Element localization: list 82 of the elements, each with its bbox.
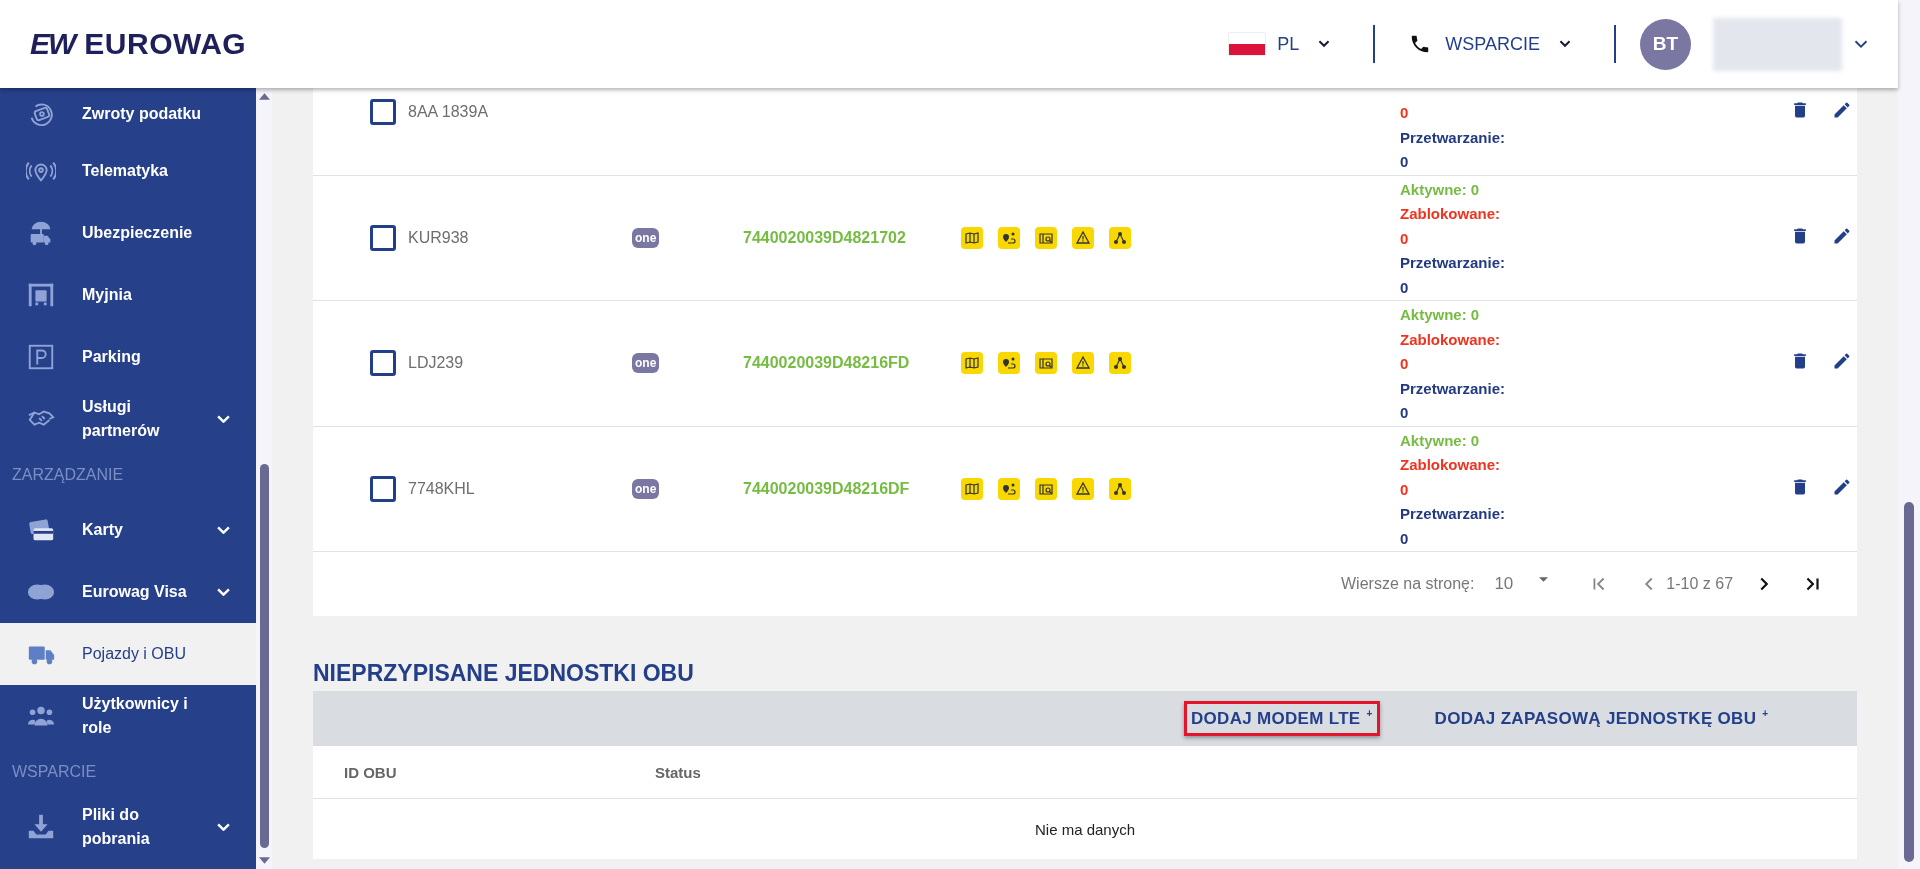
network-icon[interactable] [1109, 352, 1131, 375]
route-pin-icon[interactable] [998, 477, 1020, 500]
status-line: 0 [1400, 528, 1410, 549]
row-checkbox[interactable] [370, 99, 396, 126]
sidebar-scrollbar[interactable] [256, 88, 272, 869]
status-line: 0 [1400, 228, 1410, 249]
sidebar-item[interactable]: Ubezpieczenie [0, 202, 256, 264]
row-checkbox[interactable] [370, 350, 396, 377]
scrollbar-thumb[interactable] [259, 464, 269, 848]
status-line: Aktywne: 0 [1400, 430, 1481, 451]
plate-number: LDJ239 [408, 354, 464, 372]
map-icon[interactable] [961, 226, 983, 249]
network-icon[interactable] [1109, 477, 1131, 500]
status-line: Przetwarzanie: [1400, 378, 1507, 399]
sidebar-item[interactable]: Zwroty podatku [0, 88, 256, 140]
scrollbar-thumb[interactable] [1904, 502, 1914, 862]
status-line: Zablokowane: [1400, 204, 1501, 224]
status-line: Aktywne: 0 [1400, 305, 1481, 325]
status-line: 0 [1400, 479, 1410, 500]
one-badge: one [632, 227, 660, 248]
warning-icon[interactable] [1072, 352, 1094, 375]
status-line: 0 [1400, 103, 1410, 123]
one-badge: one [632, 353, 660, 374]
map-search-icon[interactable] [1035, 352, 1057, 375]
sidebar-item[interactable]: Telematyka [0, 140, 256, 202]
sidebar-item[interactable]: Karty [0, 499, 256, 561]
network-icon[interactable] [1109, 226, 1131, 249]
caret-down-icon [1539, 577, 1549, 583]
route-pin-icon[interactable] [998, 226, 1020, 249]
sidebar-section-label: WSPARCIE [11, 761, 98, 782]
edit-icon[interactable] [1832, 351, 1852, 372]
status-line: Przetwarzanie: [1400, 127, 1507, 148]
scroll-up-arrow-icon[interactable] [258, 92, 270, 101]
one-badge: one [632, 478, 660, 499]
plate-number: KUR938 [408, 228, 469, 246]
sidebar-item[interactable]: Myjnia [0, 264, 256, 326]
status-line: Przetwarzanie: [1400, 504, 1507, 524]
add-button[interactable]: DODAJ ZAPASOWĄ JEDNOSTKĘ OBU $^{+}$ [1427, 701, 1776, 736]
row-checkbox[interactable] [370, 475, 396, 502]
sidebar-item[interactable]: Parking [0, 326, 256, 388]
rows-per-page-select[interactable]: 10 [1494, 574, 1549, 594]
warning-icon[interactable] [1072, 477, 1094, 500]
add-button[interactable]: DODAJ MODEM LTE $^{+}$ [1184, 701, 1380, 736]
page-scrollbar[interactable] [1898, 0, 1920, 869]
logo-text: EUROWAG [84, 27, 247, 61]
plate-number: 7748KHL [408, 479, 475, 497]
status-line: Zablokowane: [1400, 455, 1501, 475]
status-line: Przetwarzanie: [1400, 253, 1507, 273]
sidebar-item[interactable]: Usługi partnerów [0, 388, 256, 450]
edit-icon[interactable] [1832, 476, 1852, 497]
sidebar-item[interactable]: Pliki do pobrania [0, 796, 256, 858]
support-menu[interactable]: WSPARCIE [1409, 33, 1576, 55]
status-line: Aktywne: 0 [1400, 179, 1481, 200]
map-icon[interactable] [961, 477, 983, 500]
status-line: 0 [1400, 277, 1410, 298]
route-pin-icon[interactable] [998, 352, 1020, 375]
page-range: 1-10 z 67 [1666, 575, 1734, 593]
plate-number: 8AA 1839A [408, 103, 489, 121]
sidebar-section-label: ZARZĄDZANIE [11, 464, 125, 485]
row-checkbox[interactable] [370, 224, 396, 251]
edit-icon[interactable] [1832, 225, 1852, 246]
parking-icon [26, 342, 56, 372]
status-line: Zablokowane: [1400, 329, 1501, 350]
status-line: 0 [1400, 152, 1410, 172]
section-title: NIEPRZYPISANE JEDNOSTKI OBU [313, 659, 695, 688]
language-selector[interactable]: PL [1229, 33, 1336, 55]
map-icon[interactable] [961, 352, 983, 375]
status-line: 0 [1400, 403, 1410, 423]
edit-icon[interactable] [1832, 100, 1852, 121]
warning-icon[interactable] [1072, 226, 1094, 249]
user-avatar[interactable]: BT [1640, 18, 1691, 70]
scroll-down-arrow-icon[interactable] [258, 856, 270, 865]
map-search-icon[interactable] [1035, 226, 1057, 249]
sidebar-item[interactable]: Użytkownicy i role [0, 685, 256, 747]
map-search-icon[interactable] [1035, 477, 1057, 500]
column-header: ID OBU [344, 763, 398, 781]
sidebar-item[interactable]: Eurowag Visa [0, 561, 256, 623]
rows-per-page-label: Wiersze na stronę: [1341, 575, 1475, 593]
status-line: 0 [1400, 354, 1410, 374]
sidebar-item[interactable]: Pojazdy i OBU [0, 623, 256, 685]
empty-message: Nie ma danych [1034, 820, 1136, 838]
column-header: Status [655, 763, 701, 781]
